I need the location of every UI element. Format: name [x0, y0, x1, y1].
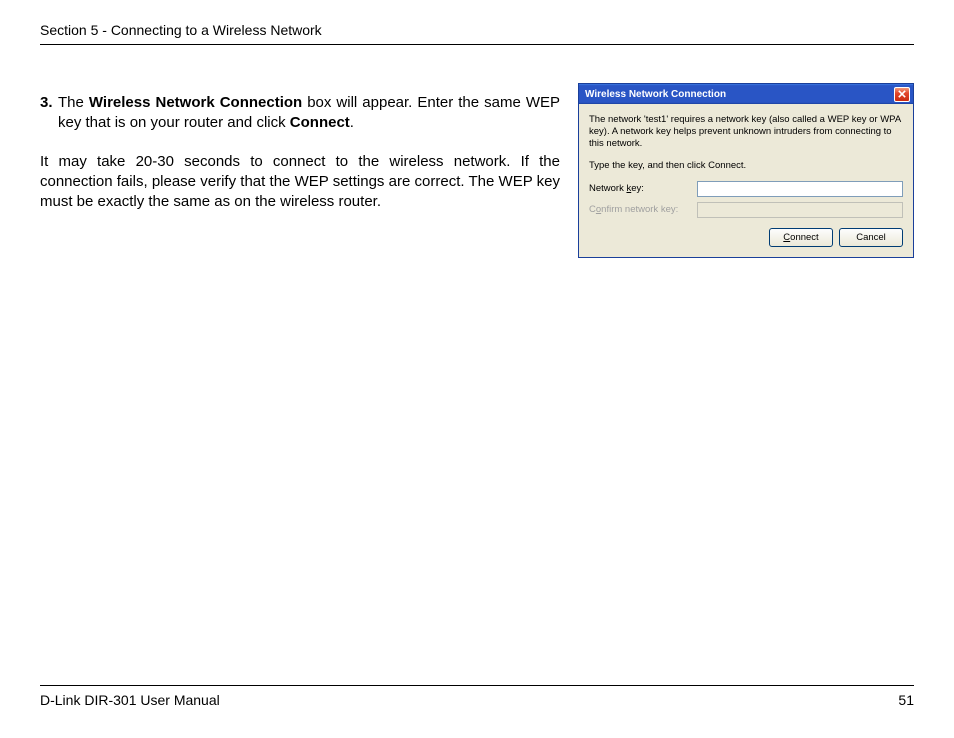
footer-row: D-Link DIR-301 User Manual 51	[40, 692, 914, 708]
step-text-bold-1: Wireless Network Connection	[89, 94, 302, 111]
step-3-paragraph: 3. The Wireless Network Connection box w…	[40, 93, 560, 134]
step-text-pre: The	[58, 94, 89, 111]
connect-button-rest: onnect	[790, 232, 819, 243]
step-body: The Wireless Network Connection box will…	[58, 93, 560, 134]
step-number: 3.	[40, 93, 58, 134]
network-key-input[interactable]	[697, 181, 903, 197]
dialog-titlebar[interactable]: Wireless Network Connection	[579, 84, 913, 104]
dialog-column: Wireless Network Connection The network …	[578, 83, 918, 258]
dialog-description: The network 'test1' requires a network k…	[589, 114, 903, 150]
step-text-bold-2: Connect	[290, 114, 350, 131]
header-divider	[40, 44, 914, 45]
network-key-label: Network key:	[589, 183, 697, 194]
close-button[interactable]	[894, 87, 910, 102]
connect-button[interactable]: Connect	[769, 228, 833, 247]
network-key-row: Network key:	[589, 181, 903, 197]
step-text-end: .	[350, 114, 354, 131]
dialog-body: The network 'test1' requires a network k…	[579, 104, 913, 257]
page-footer: D-Link DIR-301 User Manual 51	[40, 685, 914, 708]
confirm-key-label: Confirm network key:	[589, 204, 697, 215]
cancel-button[interactable]: Cancel	[839, 228, 903, 247]
confirm-key-row: Confirm network key:	[589, 202, 903, 218]
content-row: 3. The Wireless Network Connection box w…	[40, 93, 914, 258]
footer-divider	[40, 685, 914, 686]
page-number: 51	[898, 692, 914, 708]
manual-title: D-Link DIR-301 User Manual	[40, 692, 220, 708]
step-3-paragraph-2: It may take 20-30 seconds to connect to …	[40, 152, 560, 213]
dialog-button-row: Connect Cancel	[589, 228, 903, 247]
wireless-network-connection-dialog: Wireless Network Connection The network …	[578, 83, 914, 258]
page-section-header: Section 5 - Connecting to a Wireless Net…	[40, 22, 914, 38]
confirm-key-input	[697, 202, 903, 218]
dialog-title: Wireless Network Connection	[585, 89, 726, 100]
dialog-instruction: Type the key, and then click Connect.	[589, 160, 903, 171]
close-icon	[898, 90, 906, 98]
instruction-text-column: 3. The Wireless Network Connection box w…	[40, 93, 560, 230]
